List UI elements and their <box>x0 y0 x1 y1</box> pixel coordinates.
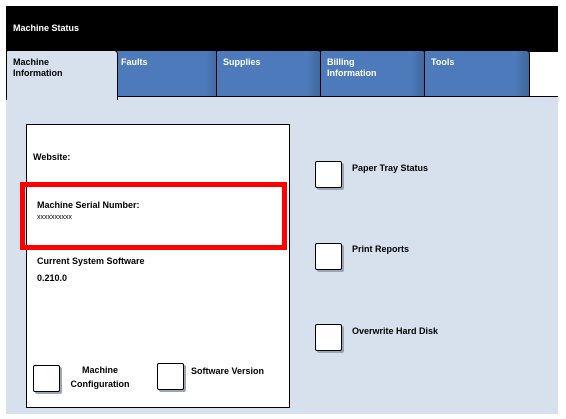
tab-billing-information[interactable]: Billing Information <box>320 50 426 97</box>
machine-configuration-button[interactable] <box>33 365 60 392</box>
tab-billing-information-line1: Billing <box>327 57 355 67</box>
overwrite-hard-disk-button[interactable] <box>315 324 342 351</box>
overwrite-hard-disk-label: Overwrite Hard Disk <box>352 326 439 336</box>
tab-tools[interactable]: Tools <box>424 50 530 97</box>
tab-supplies-label: Supplies <box>223 57 261 67</box>
machine-status-screen: Machine Status Machine Information Fault… <box>0 0 566 419</box>
website-label: Website: <box>33 152 71 162</box>
title-bar: Machine Status <box>6 6 558 52</box>
machine-configuration-label-line1: Machine <box>81 365 118 375</box>
serial-number-label: Machine Serial Number: <box>37 200 140 210</box>
system-software-value: 0.210.0 <box>37 273 68 283</box>
tab-machine-information-line1: Machine <box>13 57 50 67</box>
tab-tools-label: Tools <box>431 57 455 67</box>
serial-number-value: xxxxxxxxxx <box>37 214 72 221</box>
window-title: Machine Status <box>13 23 80 33</box>
system-software-label: Current System Software <box>37 256 145 266</box>
paper-tray-status-label: Paper Tray Status <box>352 163 429 173</box>
tab-faults[interactable]: Faults <box>114 50 220 97</box>
print-reports-button[interactable] <box>315 243 342 270</box>
software-version-label: Software Version <box>191 366 265 376</box>
tab-supplies[interactable]: Supplies <box>216 50 322 97</box>
machine-configuration-label: Machine Configuration <box>60 365 140 389</box>
software-version-button[interactable] <box>157 363 184 390</box>
tab-faults-label: Faults <box>121 57 148 67</box>
tab-machine-information-line2: Information <box>13 68 63 78</box>
print-reports-label: Print Reports <box>352 244 410 254</box>
paper-tray-status-button[interactable] <box>315 161 342 188</box>
tab-billing-information-line2: Information <box>327 68 377 78</box>
machine-configuration-label-line2: Configuration <box>70 379 130 389</box>
tab-machine-information[interactable]: Machine Information <box>6 50 118 100</box>
